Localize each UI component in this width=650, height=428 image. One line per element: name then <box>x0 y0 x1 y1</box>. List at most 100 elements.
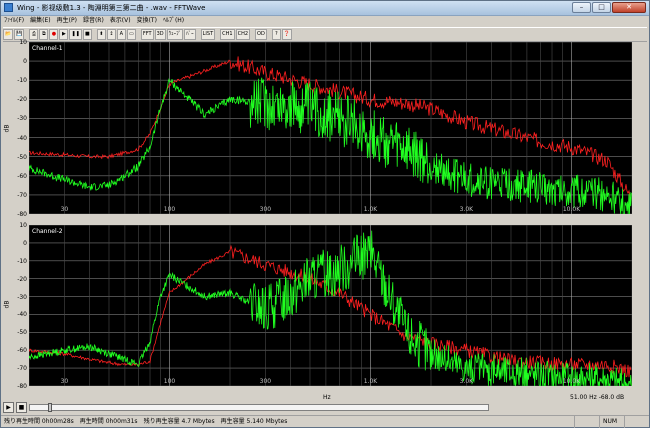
status-num: NUM <box>599 416 624 428</box>
play-button[interactable]: ▶ <box>59 29 69 40</box>
menu-edit[interactable]: 編集(E) <box>27 16 53 26</box>
status-bar: 残り再生時間 0h00m28s 再生時間 0h00m31s 残り再生容量 4.7… <box>1 415 649 428</box>
zoom-button[interactable]: ↕ <box>106 29 116 40</box>
y-tick-label: 0 <box>23 239 27 247</box>
menu-record[interactable]: 録音(R) <box>80 16 107 26</box>
view-button[interactable]: ▭ <box>126 29 136 40</box>
y-tick-label: -70 <box>17 191 27 199</box>
ch2-plot-svg: Channel-2 30 100 300 1.0K 3.0K 10.0K <box>29 225 632 386</box>
menu-bar: ﾌｧｲﾙ(F) 編集(E) 再生(P) 録音(R) 表示(V) 変換(T) ﾍﾙ… <box>1 16 649 26</box>
y-tick-label: -70 <box>17 365 27 373</box>
3d-button[interactable]: 3D <box>154 29 166 40</box>
y-tick-label: -20 <box>17 275 27 283</box>
channel-label: Channel-1 <box>32 45 63 52</box>
x-tick-label: 300 <box>260 378 272 385</box>
menu-help[interactable]: ﾍﾙﾌﾟ(H) <box>160 16 187 26</box>
y-tick-label: 10 <box>19 222 27 229</box>
ch2-spectrum-chart[interactable]: Channel-2 30 100 300 1.0K 3.0K 10.0K <box>29 225 632 386</box>
wave-button[interactable]: ｳｪｰﾌﾞ <box>166 29 184 40</box>
y-tick-label: -40 <box>17 311 27 319</box>
window-controls: – □ ✕ <box>572 2 646 14</box>
menu-view[interactable]: 表示(V) <box>107 16 134 26</box>
menu-convert[interactable]: 変換(T) <box>134 16 160 26</box>
app-window: Wing - 影视级敷1.3 - 陶淵明第三第二曲 - .wav - FFTWa… <box>0 0 650 428</box>
toolbar-separator <box>268 29 271 40</box>
toolbar-separator <box>216 29 219 40</box>
transport-play-button[interactable]: ▶ <box>3 402 14 413</box>
y-tick-label: -10 <box>17 257 27 265</box>
y-tick-label: -50 <box>17 153 27 161</box>
fft-button[interactable]: FFT <box>140 29 154 40</box>
x-tick-label: 100 <box>164 378 176 385</box>
list-button[interactable]: LIST <box>200 29 216 40</box>
menu-play[interactable]: 再生(P) <box>54 16 80 26</box>
window-title: Wing - 影视级敷1.3 - 陶淵明第三第二曲 - .wav - FFTWa… <box>17 4 206 12</box>
readout-level: -68.0 <box>598 394 615 401</box>
position-slider[interactable] <box>29 403 489 412</box>
status-play-size: 再生容量 5.140 Mbytes <box>220 418 288 425</box>
od-button[interactable]: OD <box>255 29 267 40</box>
x-tick-label: 30 <box>61 378 69 385</box>
help-button[interactable]: ❓ <box>281 29 293 40</box>
toolbar-separator <box>93 29 96 40</box>
close-button[interactable]: ✕ <box>612 2 646 13</box>
ch2-button[interactable]: CH2 <box>235 29 251 40</box>
x-tick-label: 3.0K <box>460 206 475 213</box>
channel-label: Channel-2 <box>32 228 63 235</box>
print-button[interactable]: ⎙ <box>29 29 39 40</box>
position-slider-thumb[interactable] <box>48 403 53 412</box>
pause-button[interactable]: ❚❚ <box>69 29 82 40</box>
y-tick-label: -30 <box>17 293 27 301</box>
y-tick-label: -60 <box>17 347 27 355</box>
x-axis-unit: Hz <box>323 394 331 401</box>
x-tick-label: 10.0K <box>563 206 581 213</box>
y-tick-label: -20 <box>17 96 27 104</box>
x-tick-label: 1.0K <box>364 206 379 213</box>
toolbar: 📂 💾 ⎙ ⧉ ● ▶ ❚❚ ■ ⬍ ↕ A ▭ FFT 3D ｳｪｰﾌﾞ ﾊﾞ… <box>3 27 647 42</box>
readout-freq: 51.00 <box>570 394 588 401</box>
y-tick-label: -80 <box>17 383 27 390</box>
ch2-ylabel: dB <box>3 300 11 309</box>
x-tick-label: 3.0K <box>460 378 475 385</box>
y-tick-label: 0 <box>23 58 27 66</box>
x-tick-label: 10.0K <box>563 378 581 385</box>
ch1-plot-svg: Channel-1 30 100 300 1.0K 3.0K 10.0K <box>29 42 632 214</box>
bars-button[interactable]: ﾊﾞｰ <box>184 29 196 40</box>
y-tick-label: -30 <box>17 115 27 123</box>
cursor-button[interactable]: ⬍ <box>96 29 106 40</box>
transport-stop-button[interactable]: ■ <box>16 402 27 413</box>
y-tick-label: -60 <box>17 172 27 180</box>
record-button[interactable]: ● <box>49 29 59 40</box>
ch1-button[interactable]: CH1 <box>220 29 235 40</box>
readout-level-unit: dB <box>616 394 625 401</box>
readout-freq-unit: Hz <box>589 394 597 401</box>
status-play-time: 再生時間 0h00m31s <box>79 418 138 425</box>
text-button[interactable]: A <box>116 29 126 40</box>
y-tick-label: -50 <box>17 329 27 337</box>
app-icon <box>4 3 13 12</box>
x-tick-label: 30 <box>61 206 69 213</box>
ch1-ylabel: dB <box>3 124 11 133</box>
y-tick-label: 10 <box>19 39 27 46</box>
status-cell <box>624 416 649 428</box>
maximize-button[interactable]: □ <box>592 2 611 13</box>
toolbar-separator <box>137 29 140 40</box>
x-tick-label: 100 <box>164 206 176 213</box>
status-remaining-size: 残り再生容量 4.7 Mbytes <box>143 418 215 425</box>
x-tick-label: 1.0K <box>364 378 379 385</box>
copy-button[interactable]: ⧉ <box>39 29 49 40</box>
minimize-button[interactable]: – <box>572 2 591 13</box>
status-remaining-time: 残り再生時間 0h00m28s <box>4 418 74 425</box>
about-button[interactable]: ? <box>271 29 281 40</box>
stop-button[interactable]: ■ <box>82 29 92 40</box>
cursor-readout: 51.00 Hz -68.0 dB <box>570 394 624 401</box>
toolbar-separator <box>197 29 200 40</box>
toolbar-separator <box>251 29 254 40</box>
menu-file[interactable]: ﾌｧｲﾙ(F) <box>1 16 27 26</box>
y-tick-label: -10 <box>17 77 27 85</box>
ch1-spectrum-chart[interactable]: Channel-1 30 100 300 1.0K 3.0K 10.0K <box>29 42 632 214</box>
status-cell <box>574 416 599 428</box>
transport-bar: ▶ ■ <box>3 401 647 414</box>
title-bar[interactable]: Wing - 影视级敷1.3 - 陶淵明第三第二曲 - .wav - FFTWa… <box>1 1 649 16</box>
x-tick-label: 300 <box>260 206 272 213</box>
